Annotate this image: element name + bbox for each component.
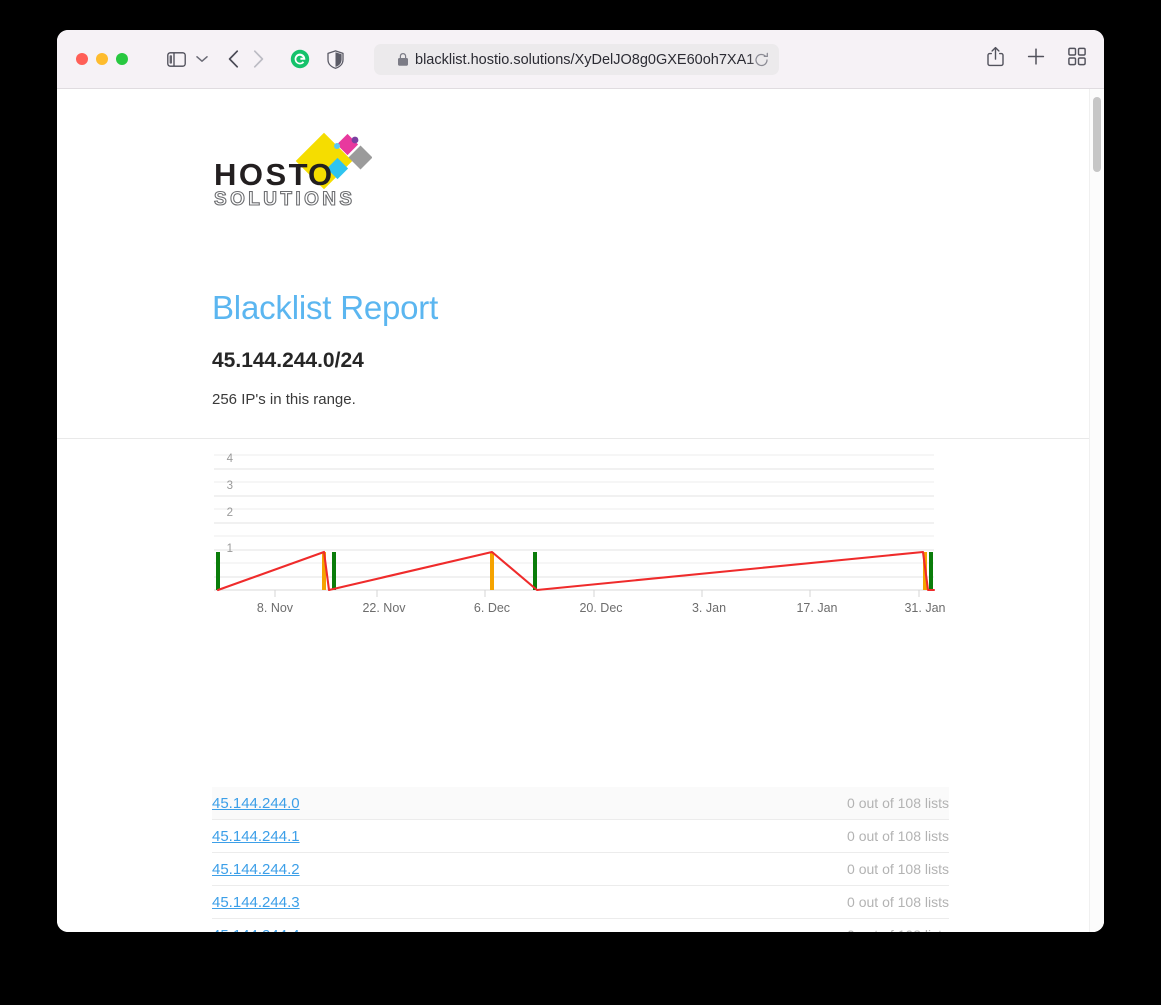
share-icon[interactable]: [987, 46, 1004, 72]
browser-window: blacklist.hostio.solutions/XyDelJO8g0GXE…: [57, 30, 1104, 932]
table-row[interactable]: 45.144.244.1 0 out of 108 lists: [212, 820, 949, 854]
svg-text:I: I: [294, 157, 305, 192]
ip-address-link[interactable]: 45.144.244.1: [212, 828, 300, 845]
page-content: HOST I O SOLUTIONS Blacklist Report 45.1…: [57, 89, 1104, 932]
ip-address-link[interactable]: 45.144.244.3: [212, 894, 300, 911]
svg-text:17. Jan: 17. Jan: [796, 601, 837, 615]
svg-text:20. Dec: 20. Dec: [579, 601, 622, 615]
forward-button[interactable]: [253, 50, 264, 68]
chart-canvas: 4 3 2 1 8. Nov 22. Nov 6. Dec 20. Dec 3.…: [214, 453, 946, 615]
sidebar-toggle-icon[interactable]: [167, 51, 186, 67]
svg-text:SOLUTIONS: SOLUTIONS: [214, 189, 355, 210]
svg-text:O: O: [308, 157, 335, 192]
svg-text:1: 1: [227, 543, 233, 555]
back-button[interactable]: [228, 50, 239, 68]
svg-text:3: 3: [227, 480, 233, 492]
ip-address-link[interactable]: 45.144.244.0: [212, 795, 300, 812]
table-row[interactable]: 45.144.244.4 0 out of 108 lists: [212, 919, 949, 932]
maximize-window-button[interactable]: [116, 53, 128, 65]
ip-status-text: 0 out of 108 lists: [847, 861, 949, 878]
window-controls: [76, 53, 128, 65]
blacklist-history-chart: 4 3 2 1 8. Nov 22. Nov 6. Dec 20. Dec 3.…: [57, 439, 1104, 729]
minimize-window-button[interactable]: [96, 53, 108, 65]
lock-icon: [398, 53, 408, 66]
svg-text:4: 4: [227, 453, 234, 465]
new-tab-icon[interactable]: [1027, 48, 1045, 71]
table-row[interactable]: 45.144.244.3 0 out of 108 lists: [212, 886, 949, 920]
hostio-solutions-logo: HOST I O SOLUTIONS: [212, 127, 373, 211]
address-bar[interactable]: blacklist.hostio.solutions/XyDelJO8g0GXE…: [374, 44, 779, 75]
report-header: HOST I O SOLUTIONS Blacklist Report 45.1…: [57, 127, 1104, 408]
toolbar-right-actions: [987, 46, 1086, 72]
tab-overview-icon[interactable]: [1068, 47, 1086, 71]
privacy-shield-icon[interactable]: [327, 49, 344, 69]
page-scrollbar[interactable]: [1089, 89, 1104, 932]
svg-text:8. Nov: 8. Nov: [257, 601, 294, 615]
table-row[interactable]: 45.144.244.2 0 out of 108 lists: [212, 853, 949, 887]
ip-status-text: 0 out of 108 lists: [847, 894, 949, 911]
ip-address-link[interactable]: 45.144.244.2: [212, 861, 300, 878]
range-count-text: 256 IP's in this range.: [212, 391, 356, 409]
reload-icon[interactable]: [754, 52, 769, 67]
ip-list-table: 45.144.244.0 0 out of 108 lists 45.144.2…: [57, 787, 1104, 932]
ip-status-text: 0 out of 108 lists: [847, 795, 949, 812]
scrollbar-thumb[interactable]: [1093, 97, 1101, 172]
cidr-range-heading: 45.144.244.0/24: [212, 349, 364, 373]
browser-toolbar: blacklist.hostio.solutions/XyDelJO8g0GXE…: [57, 30, 1104, 89]
svg-text:2: 2: [227, 507, 233, 519]
ip-address-link[interactable]: 45.144.244.4: [212, 927, 300, 932]
close-window-button[interactable]: [76, 53, 88, 65]
address-url-text: blacklist.hostio.solutions/XyDelJO8g0GXE…: [415, 51, 755, 68]
ip-status-text: 0 out of 108 lists: [847, 927, 949, 932]
table-row[interactable]: 45.144.244.0 0 out of 108 lists: [212, 787, 949, 821]
grammarly-extension-icon[interactable]: [290, 49, 310, 69]
svg-text:3. Jan: 3. Jan: [692, 601, 726, 615]
svg-text:22. Nov: 22. Nov: [362, 601, 406, 615]
svg-text:31. Jan: 31. Jan: [904, 601, 945, 615]
svg-text:6. Dec: 6. Dec: [474, 601, 510, 615]
page-title: Blacklist Report: [212, 289, 439, 326]
chevron-down-icon[interactable]: [196, 55, 208, 63]
ip-status-text: 0 out of 108 lists: [847, 828, 949, 845]
